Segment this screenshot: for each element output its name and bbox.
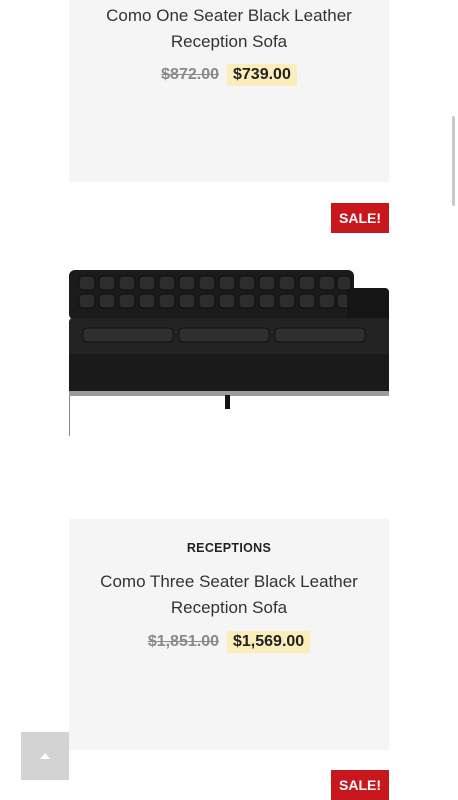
sale-badge: SALE!	[331, 770, 389, 800]
original-price: $1,851.00	[147, 633, 219, 650]
price-row: $1,851.00 $1,569.00	[69, 631, 389, 653]
product-title-line1: Como One Seater Black Leather	[106, 6, 352, 25]
product-title-line2: Reception Sofa	[170, 32, 288, 51]
product-title[interactable]: Como One Seater Black Leather Reception …	[69, 3, 389, 55]
product-card[interactable]: Como One Seater Black Leather Reception …	[69, 0, 389, 182]
price-row: $872.00 $739.00	[69, 64, 389, 86]
sale-badge-label: SALE!	[339, 210, 381, 226]
sale-badge: SALE!	[331, 203, 389, 233]
sale-badge-label: SALE!	[339, 777, 381, 793]
scrollbar-thumb[interactable]	[452, 116, 455, 206]
product-title[interactable]: Como Three Seater Black Leather Receptio…	[69, 569, 389, 621]
product-category[interactable]: RECEPTIONS	[69, 541, 389, 555]
product-card[interactable]: RECEPTIONS Como Three Seater Black Leath…	[69, 519, 389, 750]
product-title-line1: Como Three Seater Black Leather	[100, 572, 358, 591]
product-image[interactable]	[69, 236, 389, 476]
sale-price: $739.00	[227, 64, 297, 86]
back-to-top-button[interactable]	[21, 732, 69, 780]
sale-price: $1,569.00	[227, 631, 311, 653]
product-title-line2: Reception Sofa	[170, 598, 288, 617]
chevron-up-icon	[40, 753, 50, 759]
original-price: $872.00	[161, 66, 219, 83]
